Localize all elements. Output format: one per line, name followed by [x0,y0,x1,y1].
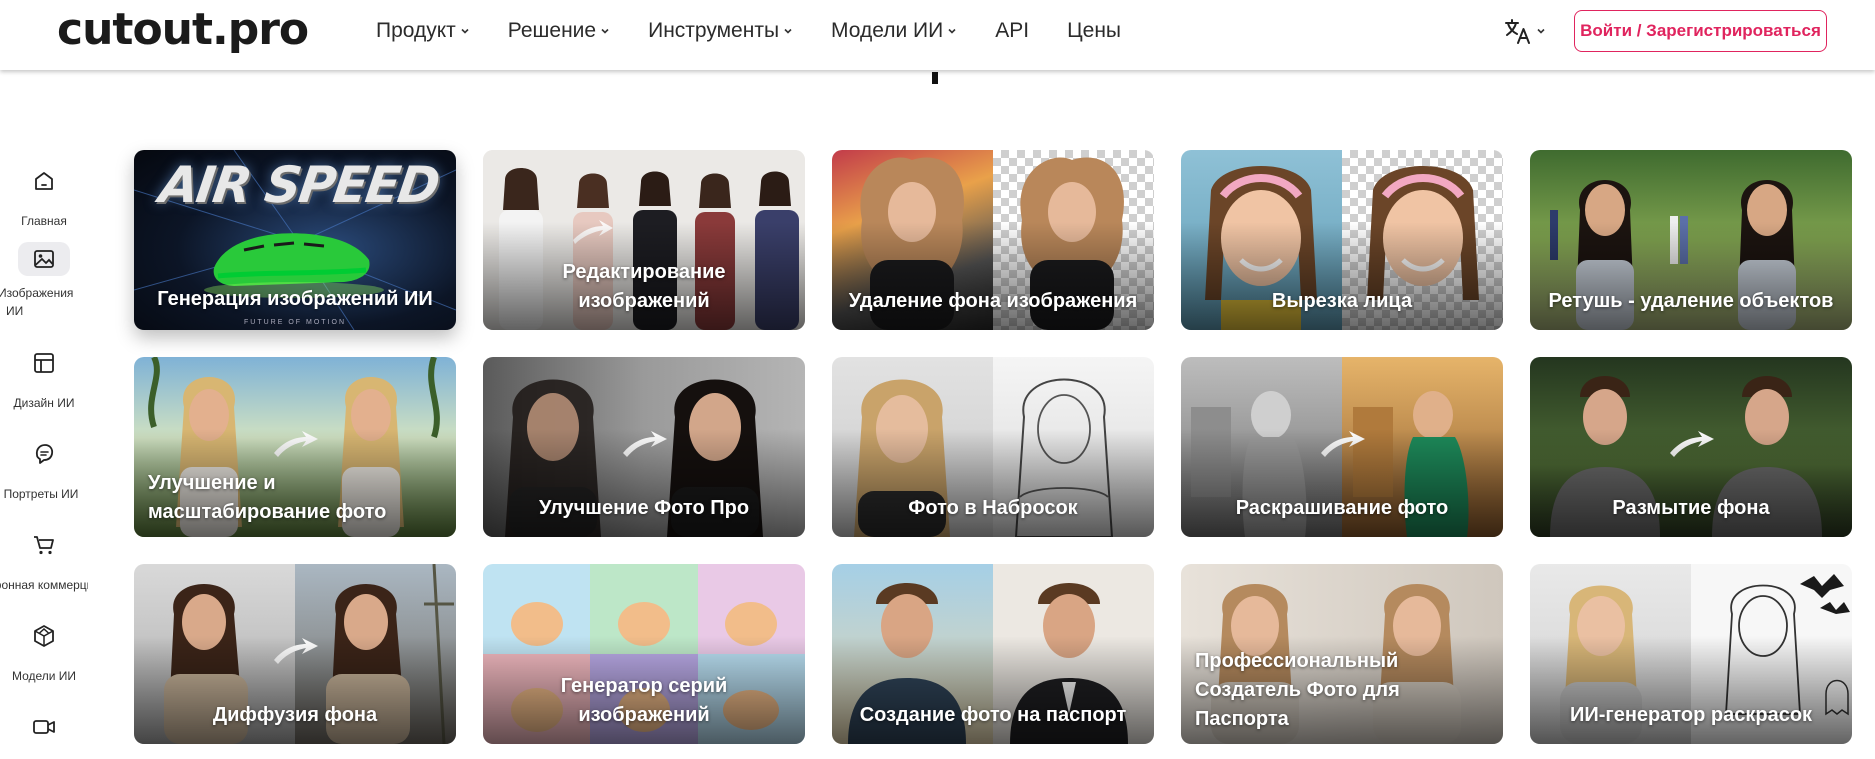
nav-api[interactable]: API [995,18,1029,44]
sidebar-item-ai-design[interactable]: Дизайн ИИ [0,346,88,412]
card-background-diffusion[interactable]: Диффузия фона [134,564,456,744]
card-retouch-object-removal[interactable]: Ретушь - удаление объектов [1530,150,1852,330]
chevron-down-icon [784,28,792,34]
nav-label: Цены [1067,19,1122,42]
card-ai-image-generation[interactable]: AIR SPEED FUTURE OF MOTION Генерация изо… [134,150,456,330]
chevron-down-icon [601,28,609,34]
card-face-cutout[interactable]: Вырезка лица [1181,150,1503,330]
home-icon [18,164,70,198]
video-icon [18,710,70,744]
card-title: Создание фото на паспорт [859,704,1127,726]
portrait-icon [18,437,70,471]
card-title: Улучшение и масштабирование фото [148,472,387,523]
login-register-button[interactable]: Войти / Зарегистрироваться [1574,10,1827,52]
cart-icon [18,528,70,562]
chevron-down-icon [948,28,956,34]
image-icon [18,242,70,276]
nav-label: Решение [507,19,597,42]
sidebar-item-home[interactable]: Главная [0,164,88,230]
card-image-series-generator[interactable]: Генератор серий изображений [483,564,805,744]
card-enhance-upscale[interactable]: Улучшение и масштабирование фото [134,357,456,537]
sidebar-item-label: Модели ИИ [11,669,77,683]
card-professional-passport-creator[interactable]: Профессиональный Создатель Фото для Пасп… [1181,564,1503,744]
sidebar-item-ai-images[interactable]: Изображения ИИ [0,242,88,320]
card-photo-colorization[interactable]: Раскрашивание фото [1181,357,1503,537]
card-ai-coloring-page-generator[interactable]: ИИ-генератор раскрасок [1530,564,1852,744]
card-title: Вырезка лица [1271,290,1413,312]
sidebar-item-video[interactable] [0,710,88,744]
sidebar-item-ai-models[interactable]: Модели ИИ [0,619,88,685]
nav-label: API [995,19,1030,42]
card-photo-enhance-pro[interactable]: Улучшение Фото Про [483,357,805,537]
card-passport-photo[interactable]: Создание фото на паспорт [832,564,1154,744]
logo[interactable]: cutout.pro [57,4,309,56]
card-tagline: FUTURE OF MOTION [244,319,346,326]
sidebar-item-label: Портреты ИИ [3,487,79,501]
card-banner-text: AIR SPEED [155,156,442,214]
sidebar-item-label: Электронная коммерция [0,578,88,592]
card-title: Профессиональный Создатель Фото для Пасп… [1195,650,1400,730]
sidebar-item-label: Дизайн ИИ [13,396,75,410]
nav-product[interactable]: Продукт [376,18,470,44]
card-title: Генератор серий изображений [560,675,728,726]
sidebar-item-ecommerce[interactable]: Электронная коммерция [0,528,88,594]
chevron-down-icon [1537,28,1545,34]
card-image-editing[interactable]: Редактирование изображений [483,150,805,330]
card-background-blur[interactable]: Размытие фона [1530,357,1852,537]
nav-solution[interactable]: Решение [508,18,610,44]
translate-icon [1505,19,1530,44]
sidebar-item-label: Изображения ИИ [0,286,74,318]
card-title: Ретушь - удаление объектов [1548,290,1834,312]
nav-label: Инструменты [648,19,780,42]
card-title: Улучшение Фото Про [538,497,750,519]
top-header: cutout.pro Продукт Решение Инструменты М… [0,0,1875,70]
card-title: Редактирование изображений [562,261,726,312]
nav-pricing[interactable]: Цены [1067,18,1121,44]
language-switcher[interactable] [1503,16,1546,46]
card-title: ИИ-генератор раскрасок [1569,704,1813,726]
card-title: Раскрашивание фото [1235,497,1449,519]
nav-label: Продукт [376,19,456,42]
hero-title-fragment [932,72,938,84]
card-title: Диффузия фона [212,704,378,726]
layout-icon [18,346,70,380]
nav-tools[interactable]: Инструменты [648,18,793,44]
sidebar-item-label: Главная [21,214,67,228]
card-title: Фото в Набросок [908,497,1078,519]
card-background-removal[interactable]: Удаление фона изображения [832,150,1154,330]
card-photo-to-sketch[interactable]: Фото в Набросок [832,357,1154,537]
nav-label: Модели ИИ [831,19,944,42]
card-title: Удаление фона изображения [848,290,1138,312]
card-title: Генерация изображений ИИ [157,288,433,310]
sidebar-item-ai-portraits[interactable]: Портреты ИИ [0,437,88,503]
nav-ai-models[interactable]: Модели ИИ [831,18,957,44]
chevron-down-icon [461,28,469,34]
card-title: Размытие фона [1612,497,1770,519]
main-nav: Продукт Решение Инструменты Модели ИИ AP… [376,18,1159,44]
cube-icon [18,619,70,653]
